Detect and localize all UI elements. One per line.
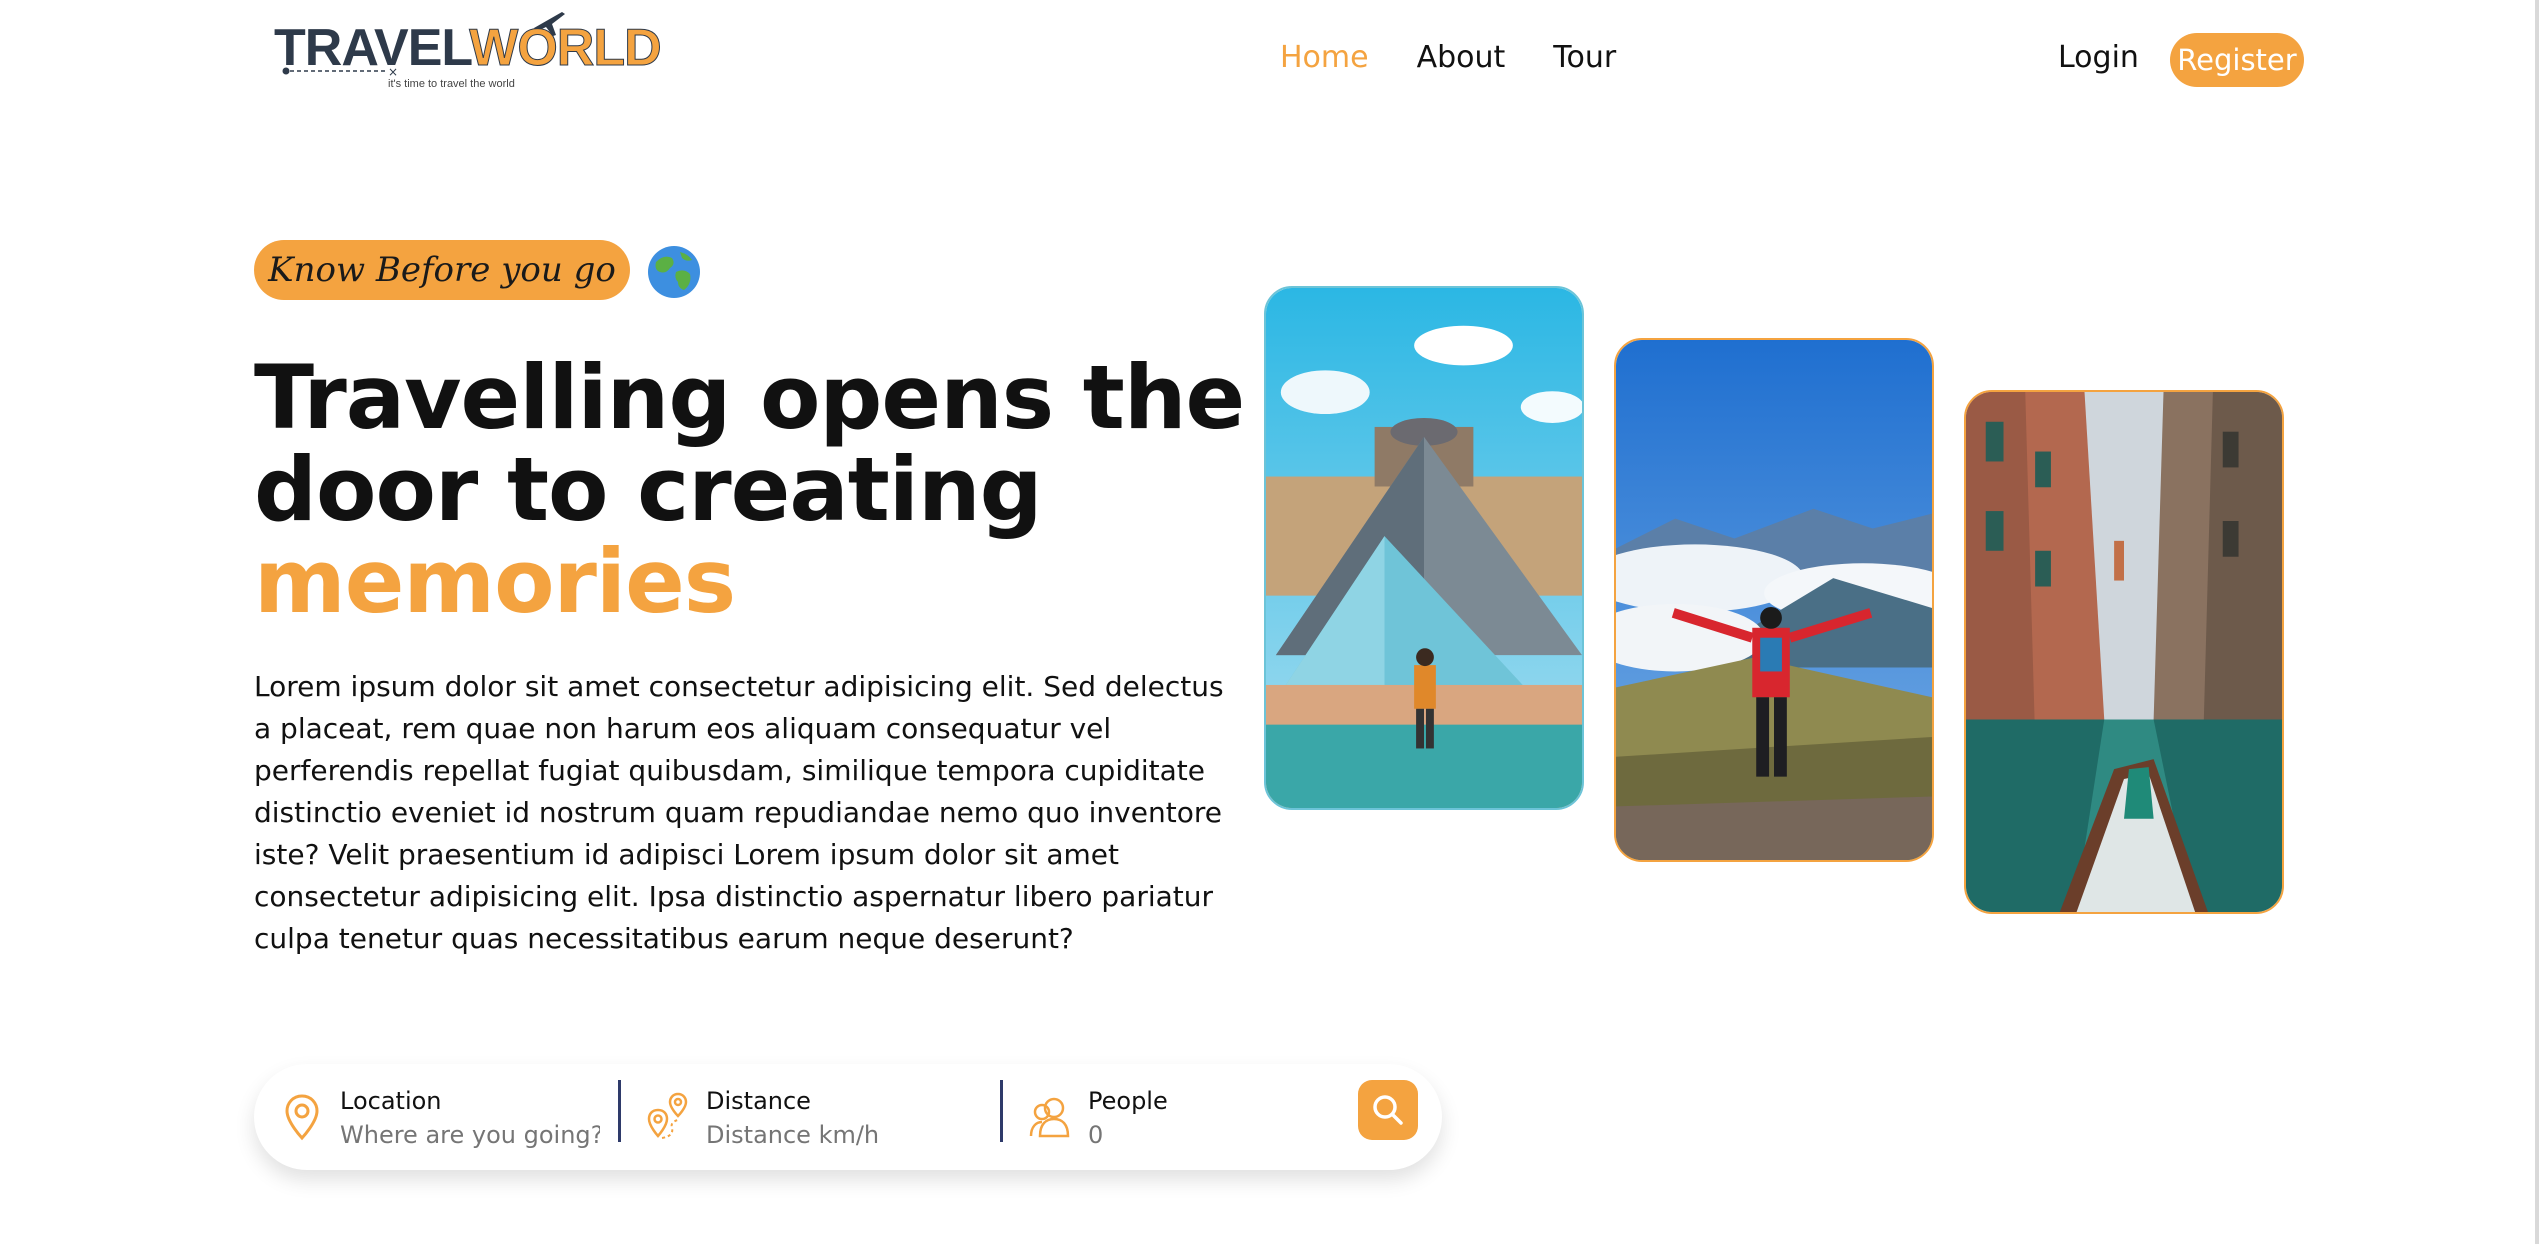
- location-field[interactable]: Location: [280, 1080, 600, 1156]
- svg-text:×: ×: [388, 65, 398, 78]
- logo[interactable]: TRAVELWORLD × it's time to travel the wo…: [270, 8, 662, 96]
- hero-description: Lorem ipsum dolor sit amet consectetur a…: [254, 670, 1224, 955]
- page-scrollbar[interactable]: [2535, 0, 2539, 1244]
- headline-line-2: door to creating: [254, 438, 1043, 541]
- search-divider: [618, 1080, 621, 1142]
- login-link[interactable]: Login: [2058, 40, 2139, 75]
- know-before-badge: Know Before you go: [254, 240, 630, 300]
- people-field[interactable]: People: [1028, 1080, 1348, 1156]
- people-input[interactable]: [1088, 1121, 1348, 1149]
- tour-search-bar: Location Distance People: [254, 1064, 1442, 1170]
- map-pin-icon: [285, 1094, 319, 1141]
- people-icon: [1029, 1097, 1070, 1138]
- logo-tagline: it's time to travel the world: [388, 78, 515, 90]
- venice-canal-photo: [1964, 390, 2284, 914]
- people-label: People: [1088, 1087, 1168, 1115]
- logo-path-decoration: ×: [282, 65, 398, 78]
- mountain-hiker-photo: [1614, 338, 1934, 862]
- search-divider: [1000, 1080, 1003, 1142]
- headline-accent: memories: [254, 530, 736, 633]
- hero-headline: Travelling opens the door to creating me…: [254, 352, 1254, 628]
- search-icon: [1373, 1095, 1403, 1125]
- nav-about[interactable]: About: [1417, 40, 1506, 75]
- search-button[interactable]: [1358, 1080, 1418, 1140]
- headline-line-1: Travelling opens the: [254, 346, 1245, 449]
- register-button[interactable]: Register: [2170, 33, 2304, 87]
- distance-label: Distance: [706, 1087, 811, 1115]
- nav-tour[interactable]: Tour: [1553, 40, 1616, 75]
- nav-home[interactable]: Home: [1280, 40, 1369, 75]
- location-input[interactable]: [340, 1121, 600, 1149]
- distance-field[interactable]: Distance: [646, 1080, 966, 1156]
- distance-input[interactable]: [706, 1121, 966, 1149]
- main-nav: Home About Tour: [1280, 40, 1616, 75]
- route-pins-icon: [647, 1092, 688, 1139]
- globe-icon: [648, 246, 700, 298]
- louvre-pyramid-photo: [1264, 286, 1584, 810]
- location-label: Location: [340, 1087, 442, 1115]
